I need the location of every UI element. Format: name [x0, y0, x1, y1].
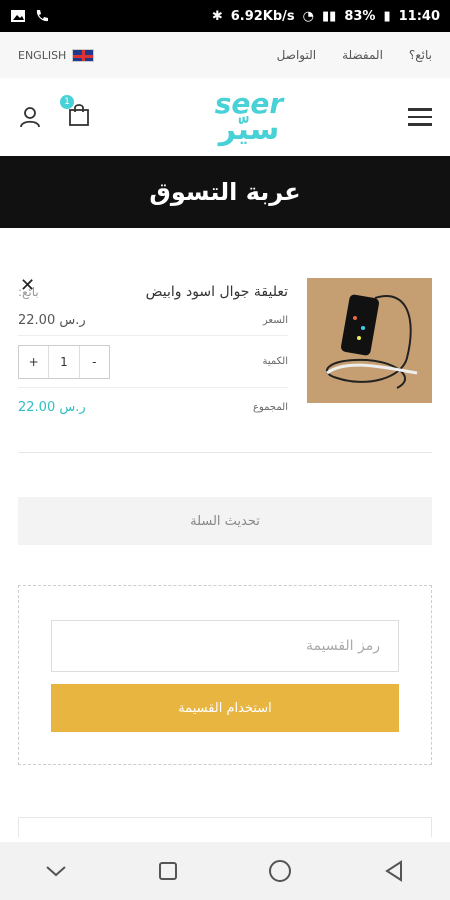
- clock: 11:40: [398, 8, 440, 24]
- price-value: 22.00 ر.س: [18, 313, 86, 328]
- cart-totals-box: [18, 817, 432, 837]
- remove-item-icon[interactable]: ✕: [20, 275, 35, 296]
- update-cart-button[interactable]: تحديث السلة: [18, 497, 432, 545]
- top-bar: ENGLISH التواصل المفضلة بائع؟: [0, 32, 450, 78]
- coupon-box: استخدام القسيمة: [18, 585, 432, 765]
- site-header: 1 seer سيّر: [0, 78, 450, 156]
- phone-icon: [36, 10, 48, 22]
- logo-text-ar: سيّر: [218, 112, 280, 148]
- quantity-label: الكمية: [262, 356, 288, 367]
- page-title-bar: عربة التسوق: [0, 156, 450, 228]
- bluetooth-icon: ✱: [211, 8, 223, 24]
- home-icon[interactable]: [268, 859, 292, 883]
- recent-apps-icon[interactable]: [158, 861, 178, 881]
- quantity-value[interactable]: 1: [49, 345, 80, 378]
- menu-icon[interactable]: [408, 103, 432, 131]
- cart-item-details: تعليقة جوال اسود وابيض بائع: 22.00 ر.س ا…: [18, 278, 288, 426]
- apply-coupon-label: استخدام القسيمة: [178, 700, 272, 716]
- status-bar: ✱ 6.92Kb/s ◔ ▮▮ 83% ▮ 11:40: [0, 0, 450, 32]
- quantity-stepper: + 1 -: [18, 344, 110, 379]
- battery-icon: ▮: [383, 8, 391, 24]
- phone-strap-image: [307, 278, 432, 403]
- page-title: عربة التسوق: [149, 178, 301, 206]
- uk-flag-icon: [72, 48, 95, 62]
- cart-count-badge: 1: [60, 95, 74, 109]
- contact-link[interactable]: التواصل: [277, 48, 316, 62]
- quantity-increase-button[interactable]: +: [19, 345, 50, 378]
- user-icon[interactable]: [18, 105, 42, 129]
- update-cart-label: تحديث السلة: [190, 513, 260, 529]
- top-links: التواصل المفضلة بائع؟: [277, 48, 432, 62]
- product-image[interactable]: [307, 278, 432, 403]
- coupon-input[interactable]: [51, 620, 399, 672]
- total-value: 22.00 ر.س: [18, 399, 86, 415]
- network-speed: 6.92Kb/s: [230, 8, 295, 24]
- divider: [18, 452, 432, 453]
- language-label: ENGLISH: [18, 48, 67, 62]
- site-logo[interactable]: seer سيّر: [215, 89, 283, 148]
- system-nav-bar: [0, 842, 450, 900]
- cart-item: تعليقة جوال اسود وابيض بائع: 22.00 ر.س ا…: [0, 228, 450, 426]
- image-icon: [11, 10, 25, 22]
- seller-link[interactable]: بائع؟: [409, 48, 432, 62]
- quantity-decrease-button[interactable]: -: [80, 346, 109, 378]
- price-label: السعر: [262, 315, 288, 326]
- wifi-icon: ◔: [302, 8, 315, 24]
- signal-icon: ▮▮: [322, 8, 337, 24]
- product-name[interactable]: تعليقة جوال اسود وابيض: [146, 284, 288, 300]
- apply-coupon-button[interactable]: استخدام القسيمة: [51, 684, 399, 732]
- battery-level: 83%: [344, 8, 376, 24]
- chevron-down-icon[interactable]: [45, 864, 67, 878]
- favorites-link[interactable]: المفضلة: [342, 48, 383, 62]
- back-icon[interactable]: [383, 860, 405, 882]
- cart-button[interactable]: 1: [60, 95, 90, 131]
- total-label: المجموع: [253, 401, 288, 413]
- language-switcher[interactable]: ENGLISH: [18, 48, 95, 62]
